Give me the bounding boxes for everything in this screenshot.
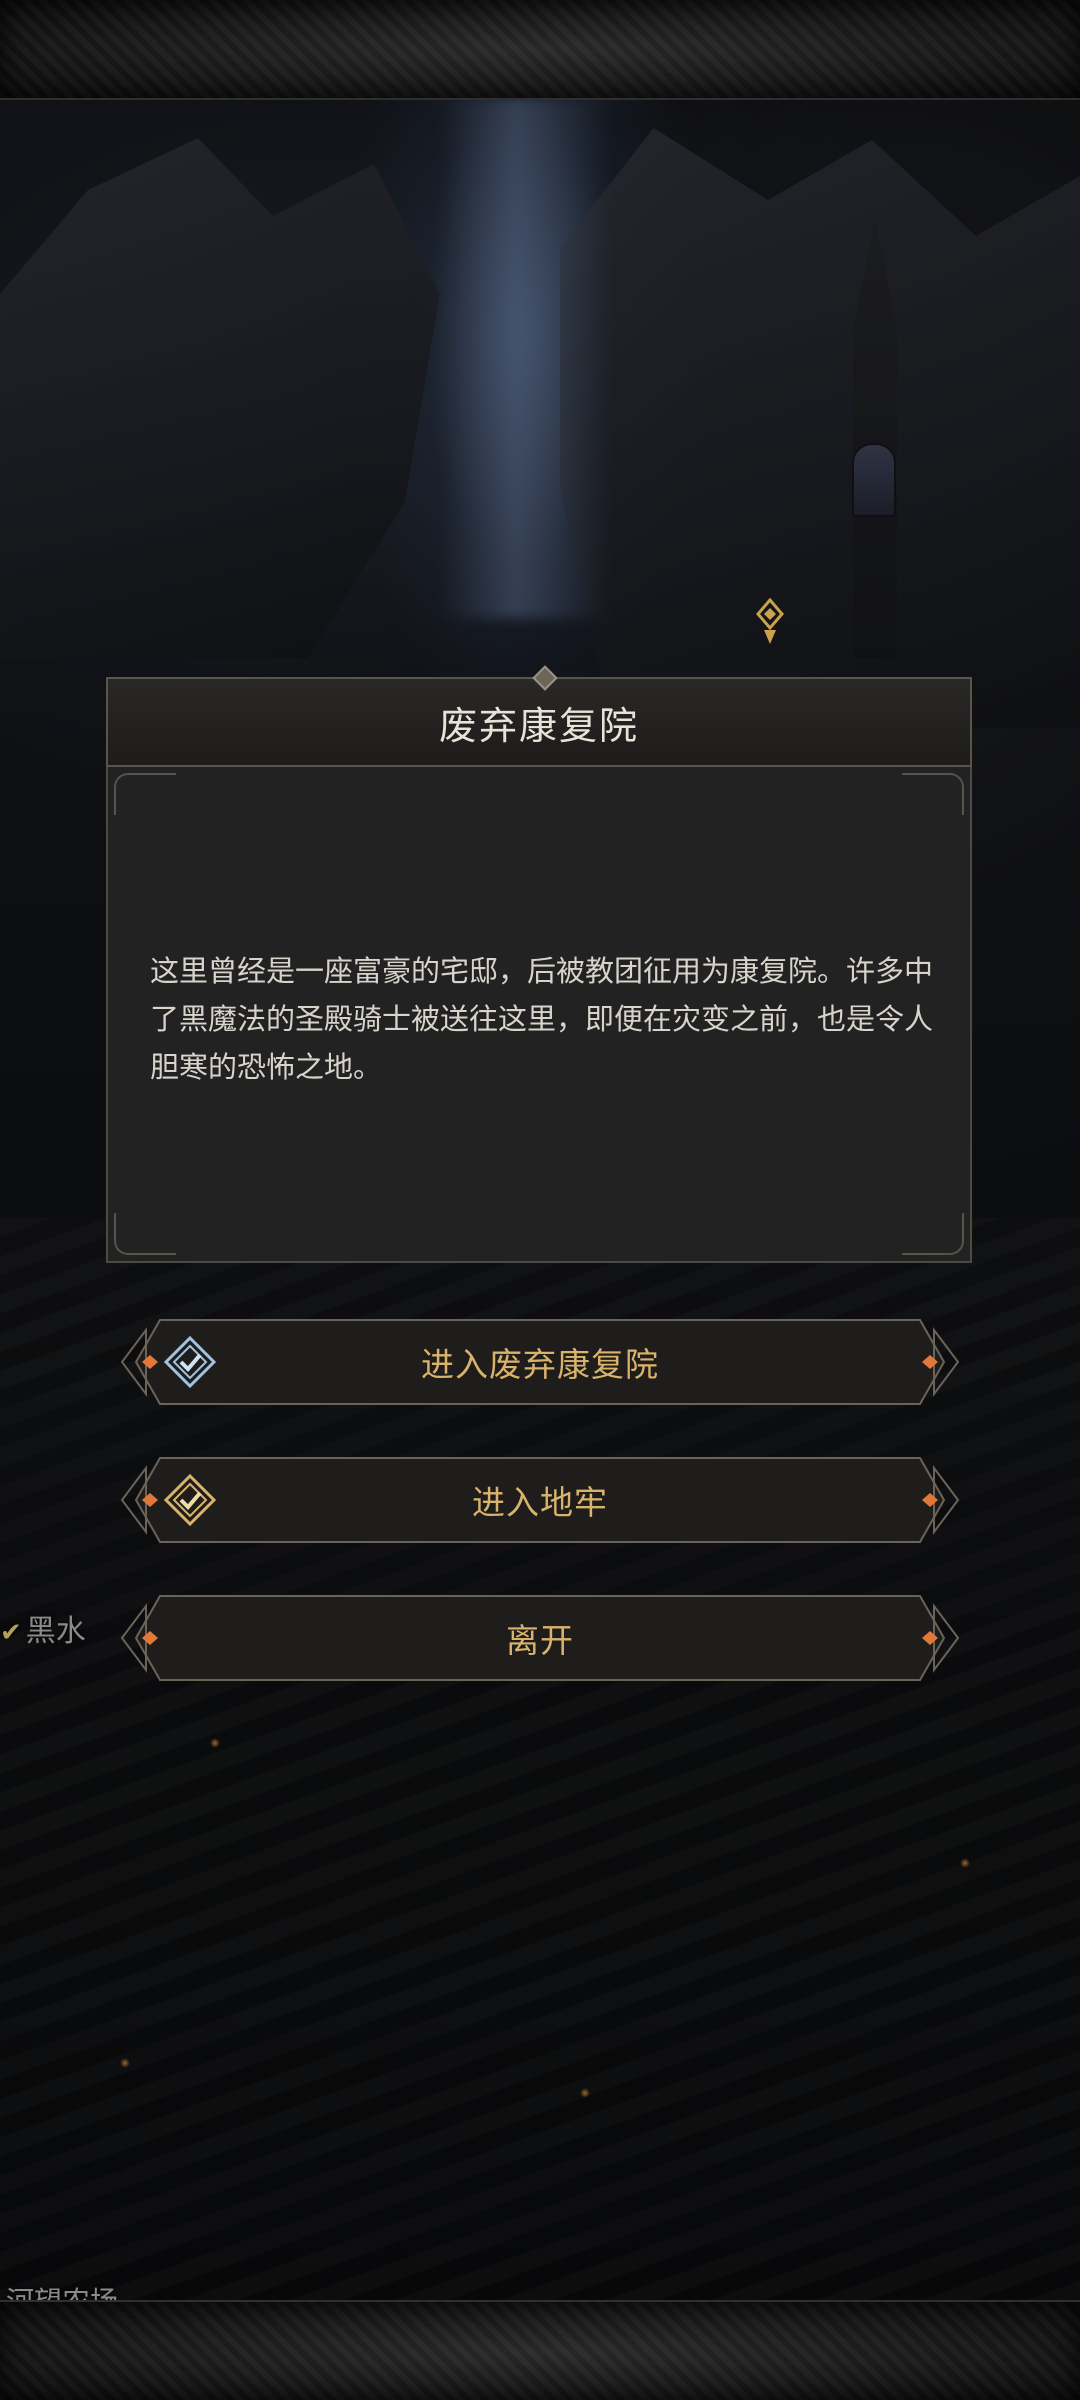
location-dialog: 废弃康复院 这里曾经是一座富豪的宅邸，后被教团征用为康复院。许多中了黑魔法的圣殿… xyxy=(106,677,972,1263)
map-location-pin-icon[interactable] xyxy=(756,597,784,648)
option-label: 进入地牢 xyxy=(472,1483,608,1522)
option-label: 离开 xyxy=(506,1621,574,1660)
dialog-title: 废弃康复院 xyxy=(438,703,639,748)
enter-dungeon-button[interactable]: 进入地牢 xyxy=(112,1454,968,1546)
game-screen: ✔黑水 河望农场 废弃康复院 这里曾经是一座富豪的宅邸，后被教团征用为康复院。许… xyxy=(0,0,1080,2400)
bottom-ornate-frame xyxy=(0,2300,1080,2400)
enter-abandoned-sanatorium-button[interactable]: 进入废弃康复院 xyxy=(112,1316,968,1408)
map-location-name: 黑水 xyxy=(25,1614,86,1649)
map-location-label[interactable]: ✔ 黑水 xyxy=(0,1606,86,1650)
corner-ornament xyxy=(114,773,176,815)
corner-ornament xyxy=(902,773,964,815)
dialog-body: 这里曾经是一座富豪的宅邸，后被教团征用为康复院。许多中了黑魔法的圣殿骑士被送往这… xyxy=(106,767,972,1263)
corner-ornament xyxy=(902,1213,964,1255)
dialog-description: 这里曾经是一座富豪的宅邸，后被教团征用为康复院。许多中了黑魔法的圣殿骑士被送往这… xyxy=(150,954,934,1084)
leave-button[interactable]: 离开 xyxy=(112,1592,968,1684)
corner-ornament xyxy=(114,1213,176,1255)
check-icon: ✔ xyxy=(0,1618,22,1648)
option-label: 进入废弃康复院 xyxy=(421,1345,659,1384)
dialog-title-bar: 废弃康复院 xyxy=(106,677,972,767)
top-ornate-frame xyxy=(0,0,1080,100)
